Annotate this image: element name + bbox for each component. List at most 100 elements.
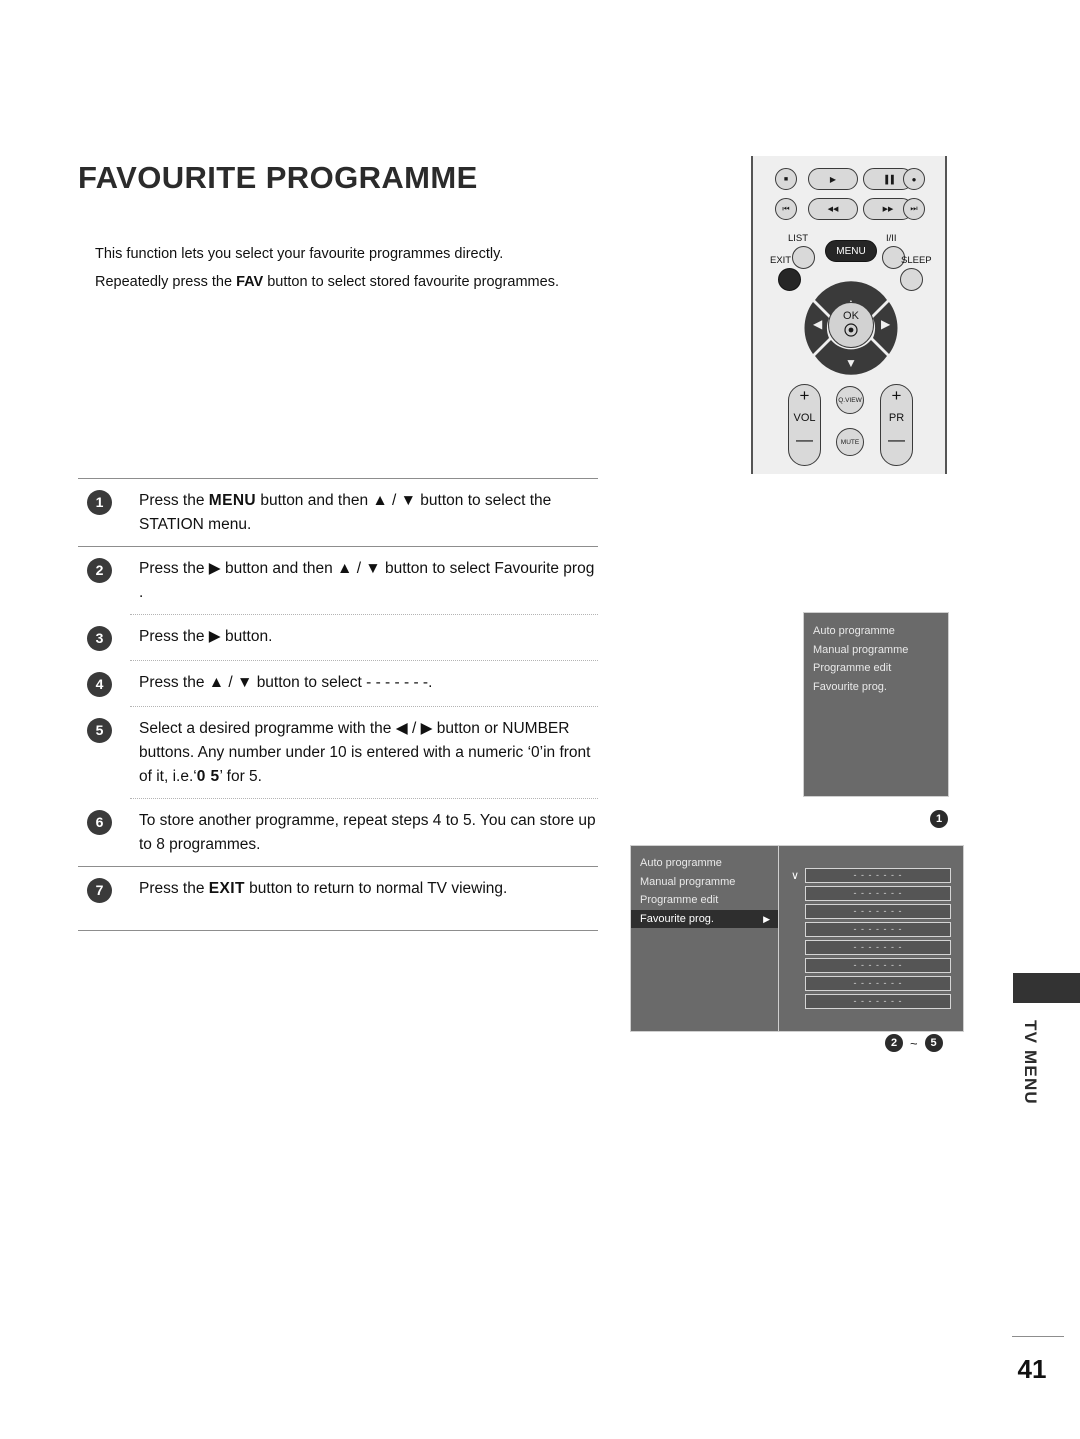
steps-list: 1 Press the MENU button and then ▲ / ▼ b… bbox=[78, 478, 598, 931]
fast-forward-icon: ▶▶ bbox=[882, 206, 894, 213]
favourite-slot-row[interactable]: - - - - - - - bbox=[791, 994, 951, 1009]
menu-button[interactable]: MENU bbox=[825, 240, 877, 262]
page-title: FAVOURITE PROGRAMME bbox=[78, 160, 478, 195]
chevron-right-icon: ▶ bbox=[763, 913, 770, 924]
favourite-slot-row[interactable]: ∨ - - - - - - - bbox=[791, 868, 951, 883]
dpad-left-icon[interactable]: ◀ bbox=[813, 317, 822, 331]
step-text-2: Press the ▶ button and then ▲ / ▼ button… bbox=[139, 560, 595, 601]
osd2-item-manual-programme[interactable]: Manual programme bbox=[631, 873, 778, 892]
rewind-icon: ◀◀ bbox=[827, 206, 839, 213]
favourite-slot-row[interactable]: - - - - - - - bbox=[791, 922, 951, 937]
step-7-text-b: button to return to normal TV viewing. bbox=[244, 880, 508, 897]
favourite-slot-row[interactable]: - - - - - - - bbox=[791, 940, 951, 955]
step-item-2: 2 Press the ▶ button and then ▲ / ▼ butt… bbox=[78, 547, 598, 614]
volume-label: VOL bbox=[793, 412, 816, 424]
step-7-keyword-exit: EXIT bbox=[208, 880, 245, 897]
osd2-menu-column: Auto programme Manual programme Programm… bbox=[631, 846, 779, 1031]
divider-bottom bbox=[78, 930, 598, 931]
previous-button[interactable]: ⏮ bbox=[775, 198, 797, 220]
step-number-7: 7 bbox=[87, 878, 112, 903]
step-item-7: 7 Press the EXIT button to return to nor… bbox=[78, 867, 598, 912]
slot-value: - - - - - - - bbox=[805, 922, 951, 937]
step-item-3: 3 Press the ▶ button. bbox=[78, 615, 598, 660]
section-label-tv-menu: TV MENU bbox=[1021, 1020, 1040, 1105]
slot-value: - - - - - - - bbox=[805, 940, 951, 955]
volume-up-label: + bbox=[799, 386, 810, 405]
step-text-6: To store another programme, repeat steps… bbox=[139, 812, 596, 853]
figure-marker-step-1: 1 bbox=[930, 810, 948, 828]
slot-value: - - - - - - - bbox=[805, 976, 951, 991]
favourite-slot-row[interactable]: - - - - - - - bbox=[791, 904, 951, 919]
stop-icon: ■ bbox=[783, 175, 789, 183]
osd-station-menu: Auto programme Manual programme Programm… bbox=[803, 612, 949, 797]
programme-up-label: + bbox=[891, 386, 902, 405]
osd1-item-manual-programme[interactable]: Manual programme bbox=[804, 641, 948, 660]
intro-paragraph: This function lets you select your favou… bbox=[95, 240, 615, 296]
step-number-5: 5 bbox=[87, 718, 112, 743]
step-number-4: 4 bbox=[87, 672, 112, 697]
step-1-text-a: Press the bbox=[139, 492, 209, 509]
osd-favourite-prog-screen: Auto programme Manual programme Programm… bbox=[630, 845, 964, 1032]
slot-value: - - - - - - - bbox=[805, 994, 951, 1009]
next-button[interactable]: ⏭ bbox=[903, 198, 925, 220]
rewind-button[interactable]: ◀◀ bbox=[808, 198, 858, 220]
step-text-3: Press the ▶ button. bbox=[139, 628, 273, 645]
step-7-text-a: Press the bbox=[139, 880, 209, 897]
intro-line-2-before: Repeatedly press the bbox=[95, 274, 237, 290]
section-tab bbox=[1013, 973, 1080, 1003]
ok-dot-icon bbox=[844, 323, 858, 337]
list-label: LIST bbox=[788, 233, 809, 244]
ok-label: OK bbox=[843, 310, 859, 322]
play-icon: ▶ bbox=[829, 174, 837, 184]
footer-divider bbox=[1012, 1336, 1064, 1337]
remote-control-illustration: ■ ▶ ▐▐ ● ⏮ ◀◀ ▶▶ ⏭ LIST MENU I/II EXIT S… bbox=[751, 156, 947, 474]
osd2-item-favourite-prog-selected[interactable]: Favourite prog. ▶ bbox=[631, 909, 778, 928]
step-5-keyword-05: 0 5 bbox=[196, 768, 220, 785]
skip-back-icon: ⏮ bbox=[782, 204, 790, 213]
programme-down-label: — bbox=[888, 430, 905, 449]
osd1-item-auto-programme[interactable]: Auto programme bbox=[804, 622, 948, 641]
intro-line-2-after: button to select stored favourite progra… bbox=[263, 274, 559, 290]
dpad-right-icon[interactable]: ▶ bbox=[881, 317, 890, 331]
stop-button[interactable]: ■ bbox=[775, 168, 797, 190]
step-number-3: 3 bbox=[87, 626, 112, 651]
intro-line-1: This function lets you select your favou… bbox=[95, 246, 504, 262]
mute-label: MUTE bbox=[840, 438, 860, 446]
osd1-item-programme-edit[interactable]: Programme edit bbox=[804, 659, 948, 678]
programme-rocker[interactable]: + PR — bbox=[880, 384, 913, 466]
step-number-6: 6 bbox=[87, 810, 112, 835]
step-item-5: 5 Select a desired programme with the ◀ … bbox=[78, 707, 598, 798]
fav-button-keyword: FAV bbox=[236, 274, 264, 290]
osd1-item-favourite-prog[interactable]: Favourite prog. bbox=[804, 678, 948, 697]
q-view-label: Q.VIEW bbox=[838, 396, 862, 404]
slot-check-icon: ∨ bbox=[791, 870, 800, 882]
volume-rocker[interactable]: + VOL — bbox=[788, 384, 821, 466]
figure-marker-steps-2-to-5: 2 ~ 5 bbox=[885, 1034, 943, 1052]
ok-button[interactable]: OK bbox=[828, 302, 874, 348]
step-number-1: 1 bbox=[87, 490, 112, 515]
page-number: 41 bbox=[1017, 1354, 1047, 1384]
step-number-2: 2 bbox=[87, 558, 112, 583]
step-text-5: Select a desired programme with the ◀ / … bbox=[139, 716, 598, 789]
slot-value: - - - - - - - bbox=[805, 868, 951, 883]
step-text-1: Press the MENU button and then ▲ / ▼ but… bbox=[139, 488, 598, 537]
slot-value: - - - - - - - bbox=[805, 886, 951, 901]
dpad-down-icon[interactable]: ▼ bbox=[845, 356, 857, 370]
slot-value: - - - - - - - bbox=[805, 958, 951, 973]
osd2-item-auto-programme[interactable]: Auto programme bbox=[631, 854, 778, 873]
slot-value: - - - - - - - bbox=[805, 904, 951, 919]
step-item-1: 1 Press the MENU button and then ▲ / ▼ b… bbox=[78, 479, 598, 546]
q-view-button[interactable]: Q.VIEW bbox=[836, 386, 864, 414]
programme-label: PR bbox=[888, 412, 905, 424]
intro-line-2: Repeatedly press the FAV button to selec… bbox=[95, 268, 615, 296]
step-text-7: Press the EXIT button to return to norma… bbox=[139, 876, 598, 901]
osd2-favourite-slots-panel: ∨ - - - - - - - - - - - - - - - - - - - … bbox=[779, 846, 963, 1031]
favourite-slot-row[interactable]: - - - - - - - bbox=[791, 886, 951, 901]
favourite-slot-row[interactable]: - - - - - - - bbox=[791, 958, 951, 973]
osd2-item-programme-edit[interactable]: Programme edit bbox=[631, 891, 778, 910]
step-item-6: 6 To store another programme, repeat ste… bbox=[78, 799, 598, 866]
favourite-slot-row[interactable]: - - - - - - - bbox=[791, 976, 951, 991]
play-button[interactable]: ▶ bbox=[808, 168, 858, 190]
record-button[interactable]: ● bbox=[903, 168, 925, 190]
mute-button[interactable]: MUTE bbox=[836, 428, 864, 456]
